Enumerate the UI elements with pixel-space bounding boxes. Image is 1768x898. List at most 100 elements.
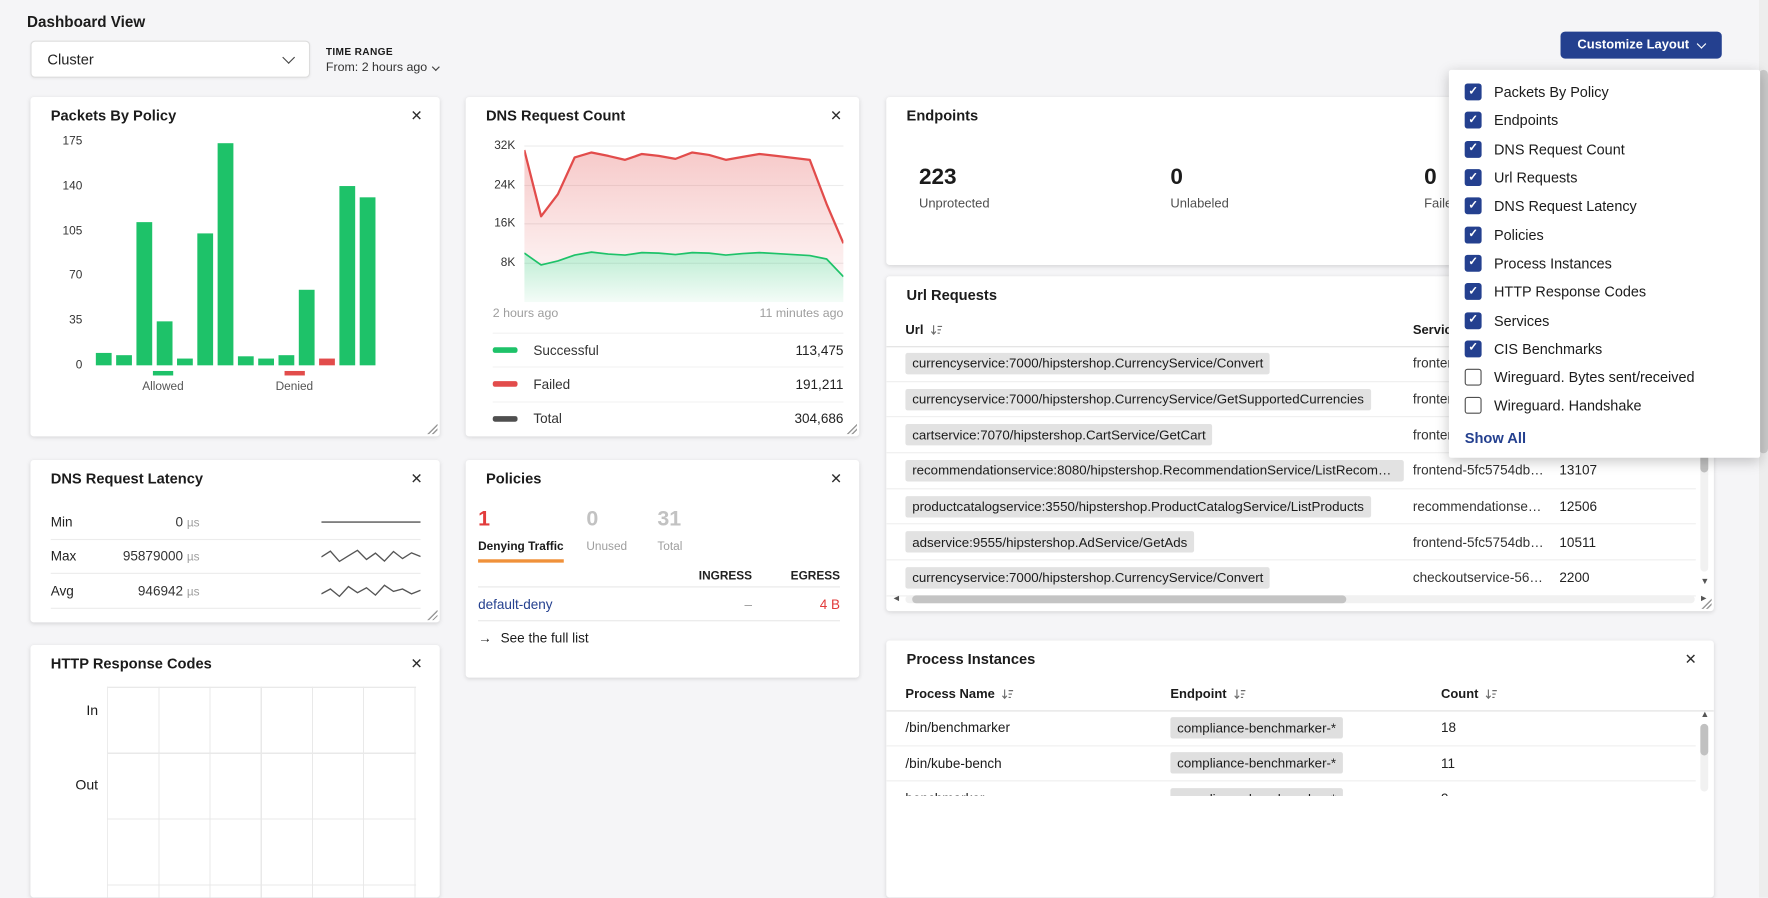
dns-ylabels: 8K16K24K32K <box>475 135 516 302</box>
vertical-scrollbar[interactable] <box>1700 724 1708 792</box>
view-scope-select[interactable]: Cluster <box>30 41 310 78</box>
column-header-url[interactable]: Url <box>905 324 942 338</box>
stat-label: Denying Traffic <box>478 540 564 563</box>
latency-value: 0 µs <box>98 514 199 530</box>
url-cell[interactable]: cartservice:7070/hipstershop.CartService… <box>905 424 1212 445</box>
close-icon[interactable]: ✕ <box>411 656 423 671</box>
customize-menu-item[interactable]: ✓ DNS Request Latency <box>1449 192 1760 221</box>
checkbox[interactable]: ✓ <box>1465 283 1482 300</box>
see-full-list-link[interactable]: → See the full list <box>478 630 589 646</box>
table-row: productcatalogservice:3550/hipstershop.P… <box>886 489 1696 525</box>
scrollbar-thumb[interactable] <box>912 595 1346 603</box>
customize-menu-item[interactable]: ✓ DNS Request Count <box>1449 135 1760 164</box>
customize-layout-button[interactable]: Customize Layout <box>1561 32 1722 59</box>
checkbox[interactable]: ✓ <box>1465 340 1482 357</box>
card-title: HTTP Response Codes <box>51 655 212 672</box>
checkbox[interactable]: ✓ <box>1465 112 1482 129</box>
resize-handle-icon[interactable] <box>846 423 857 434</box>
process-table-body: /bin/benchmarker compliance-benchmarker-… <box>886 710 1696 796</box>
column-header-ingress[interactable]: INGRESS <box>680 569 752 583</box>
menu-item-label: Endpoints <box>1494 112 1558 129</box>
policies-stat-denying[interactable]: 1 Denying Traffic <box>478 507 564 562</box>
checkbox[interactable]: ✓ <box>1465 198 1482 215</box>
policies-stat-total[interactable]: 31 Total <box>657 507 682 553</box>
legend-row: Failed 191,211 <box>493 367 844 401</box>
stat-value: 31 <box>657 507 682 532</box>
latency-sparkline <box>321 548 420 564</box>
scroll-up-icon[interactable]: ▲ <box>1700 710 1709 719</box>
customize-menu-item[interactable]: ✓ Process Instances <box>1449 249 1760 278</box>
menu-item-label: HTTP Response Codes <box>1494 283 1646 300</box>
page-scrollbar[interactable] <box>1759 0 1768 898</box>
column-header-egress[interactable]: EGRESS <box>768 569 840 583</box>
menu-item-label: Wireguard. Handshake <box>1494 397 1642 414</box>
url-cell[interactable]: adservice:9555/hipstershop.AdService/Get… <box>905 531 1194 552</box>
endpoint-chip[interactable]: compliance-benchmarker-* <box>1170 753 1342 774</box>
customize-menu-item[interactable]: ✓ HTTP Response Codes <box>1449 277 1760 306</box>
legend-value: 191,211 <box>795 377 843 393</box>
checkbox[interactable]: ✓ <box>1465 312 1482 329</box>
check-icon: ✓ <box>1468 115 1477 126</box>
url-cell[interactable]: currencyservice:7000/hipstershop.Currenc… <box>905 567 1270 588</box>
column-header-process-name[interactable]: Process Name <box>905 688 1014 702</box>
time-range-value[interactable]: From: 2 hours ago <box>326 61 439 75</box>
checkbox[interactable]: ✓ <box>1465 84 1482 101</box>
scroll-left-icon[interactable]: ◄ <box>892 594 901 603</box>
close-icon[interactable]: ✕ <box>830 471 842 486</box>
url-cell[interactable]: currencyservice:7000/hipstershop.Currenc… <box>905 388 1370 409</box>
column-header-count[interactable]: Count <box>1441 688 1498 702</box>
customize-menu-item[interactable]: ✓ Wireguard. Bytes sent/received <box>1449 363 1760 392</box>
scroll-down-icon[interactable]: ▼ <box>1700 577 1709 586</box>
checkbox[interactable]: ✓ <box>1465 169 1482 186</box>
customize-menu-item[interactable]: ✓ Services <box>1449 306 1760 335</box>
horizontal-scrollbar[interactable]: ◄ ► <box>892 593 1708 604</box>
close-icon[interactable]: ✕ <box>830 108 842 123</box>
url-cell[interactable]: productcatalogservice:3550/hipstershop.P… <box>905 496 1370 517</box>
show-all-link[interactable]: Show All <box>1465 429 1760 446</box>
check-icon: ✓ <box>1468 286 1477 297</box>
resize-handle-icon[interactable] <box>426 609 437 620</box>
checkbox[interactable]: ✓ <box>1465 255 1482 272</box>
resize-handle-icon[interactable] <box>1700 598 1711 609</box>
customize-menu-item[interactable]: ✓ Policies <box>1449 220 1760 249</box>
count-cell: 12506 <box>1559 498 1597 514</box>
close-icon[interactable]: ✕ <box>411 108 423 123</box>
count-cell: 9 <box>1441 791 1449 796</box>
resize-handle-icon[interactable] <box>426 423 437 434</box>
legend-row: Successful 113,475 <box>493 333 844 367</box>
process-name-cell: /bin/kube-bench <box>905 755 1001 771</box>
url-cell[interactable]: recommendationservice:8080/hipstershop.R… <box>905 460 1403 481</box>
card-title: DNS Request Latency <box>51 470 203 487</box>
close-icon[interactable]: ✕ <box>411 471 423 486</box>
card-title: Process Instances <box>907 651 1036 668</box>
close-icon[interactable]: ✕ <box>1685 652 1697 667</box>
customize-menu-item[interactable]: ✓ Wireguard. Handshake <box>1449 392 1760 421</box>
customize-menu-item[interactable]: ✓ Url Requests <box>1449 163 1760 192</box>
legend-swatch <box>493 382 518 388</box>
scrollbar-thumb[interactable] <box>1700 724 1708 756</box>
legend-swatch <box>493 347 518 353</box>
table-row: /bin/benchmarker compliance-benchmarker-… <box>886 710 1696 746</box>
checkbox[interactable]: ✓ <box>1465 369 1482 386</box>
policies-stat-unused[interactable]: 0 Unused <box>586 507 627 553</box>
scrollbar-thumb[interactable] <box>1759 70 1768 453</box>
packets-bars <box>96 141 376 365</box>
customize-menu-item[interactable]: ✓ CIS Benchmarks <box>1449 335 1760 364</box>
policy-name-link[interactable]: default-deny <box>478 596 552 612</box>
time-range: TIME RANGE From: 2 hours ago <box>326 46 439 74</box>
chevron-down-icon <box>1697 39 1707 49</box>
checkbox[interactable]: ✓ <box>1465 397 1482 414</box>
latency-unit: µs <box>187 585 200 599</box>
url-cell[interactable]: currencyservice:7000/hipstershop.Currenc… <box>905 353 1270 374</box>
customize-menu-item[interactable]: ✓ Packets By Policy <box>1449 78 1760 107</box>
table-row: currencyservice:7000/hipstershop.Currenc… <box>886 561 1696 597</box>
endpoint-chip[interactable]: compliance-benchmarker-* <box>1170 788 1342 796</box>
endpoint-chip[interactable]: compliance-benchmarker-* <box>1170 717 1342 738</box>
scrollbar-track[interactable] <box>905 595 1694 603</box>
checkbox[interactable]: ✓ <box>1465 141 1482 158</box>
checkbox[interactable]: ✓ <box>1465 226 1482 243</box>
http-response-codes-card: HTTP Response Codes ✕ In Out <box>30 645 439 898</box>
page-title: Dashboard View <box>27 14 145 31</box>
customize-menu-item[interactable]: ✓ Endpoints <box>1449 106 1760 135</box>
column-header-endpoint[interactable]: Endpoint <box>1170 688 1245 702</box>
